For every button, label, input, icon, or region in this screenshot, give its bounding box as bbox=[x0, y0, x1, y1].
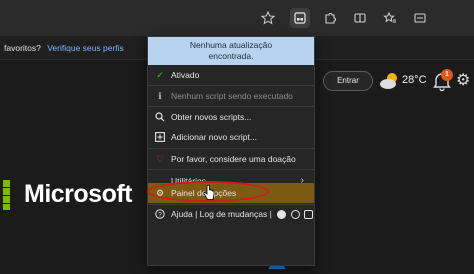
update-status-header: Nenhuma atualização encontrada. bbox=[148, 37, 314, 65]
search-icon bbox=[154, 107, 166, 127]
web-icon[interactable] bbox=[303, 210, 313, 220]
svg-text:?: ? bbox=[158, 212, 162, 219]
heart-icon: ♡ bbox=[155, 154, 165, 164]
menu-item-label: Obter novos scripts... bbox=[171, 112, 252, 122]
plus-square-icon bbox=[154, 127, 166, 147]
extension-active-icon[interactable] bbox=[290, 8, 310, 28]
microsoft-brand-text: Microsoft bbox=[24, 180, 133, 208]
menu-item-label: Ativado bbox=[171, 70, 200, 80]
update-status-line1: Nenhuma atualização bbox=[189, 40, 273, 50]
signin-button[interactable]: Entrar bbox=[323, 71, 373, 91]
copilot-icon[interactable] bbox=[410, 8, 430, 28]
menu-item-help-changelog[interactable]: ? Ajuda | Log de mudanças | bbox=[148, 204, 314, 224]
check-icon: ✓ bbox=[156, 70, 164, 80]
settings-gear-icon[interactable]: ⚙ bbox=[456, 71, 474, 91]
verify-profiles-link[interactable]: Verifique seus perfis bbox=[47, 43, 124, 53]
menu-item-no-scripts: ℹ Nenhum script sendo executado bbox=[148, 86, 314, 106]
menu-item-get-scripts[interactable]: Obter novos scripts... bbox=[148, 107, 314, 127]
menu-item-enabled[interactable]: ✓ Ativado bbox=[148, 65, 314, 85]
extensions-puzzle-icon[interactable] bbox=[320, 8, 340, 28]
update-status-line2: encontrada. bbox=[208, 51, 254, 61]
info-icon: ℹ bbox=[158, 91, 162, 101]
favorites-icon[interactable] bbox=[380, 8, 400, 28]
menu-item-add-script[interactable]: Adicionar novo script... bbox=[148, 127, 314, 147]
hand-cursor-icon bbox=[203, 184, 215, 201]
star-outline-icon[interactable] bbox=[258, 8, 278, 28]
menu-item-donate[interactable]: ♡ Por favor, considere uma doação bbox=[148, 149, 314, 169]
discord-icon[interactable] bbox=[290, 210, 300, 220]
menu-item-label: Adicionar novo script... bbox=[171, 132, 257, 142]
menu-item-label: Nenhum script sendo executado bbox=[171, 91, 293, 101]
help-icon: ? bbox=[154, 204, 166, 224]
menu-item-label: Por favor, considere uma doação bbox=[171, 154, 296, 164]
divider bbox=[148, 169, 314, 170]
github-icon[interactable] bbox=[277, 210, 287, 220]
weather-partly-sunny-icon[interactable] bbox=[379, 71, 401, 91]
userscript-manager-popup: Nenhuma atualização encontrada. ✓ Ativad… bbox=[147, 36, 315, 266]
menu-item-label: Ajuda | Log de mudanças | bbox=[171, 209, 272, 219]
microsoft-logo bbox=[3, 180, 19, 210]
browser-toolbar bbox=[0, 0, 474, 36]
split-screen-icon[interactable] bbox=[350, 8, 370, 28]
infobar-question: favoritos? bbox=[4, 43, 41, 53]
temperature-readout[interactable]: 28°C bbox=[402, 74, 427, 86]
notification-badge: 1 bbox=[441, 69, 453, 81]
